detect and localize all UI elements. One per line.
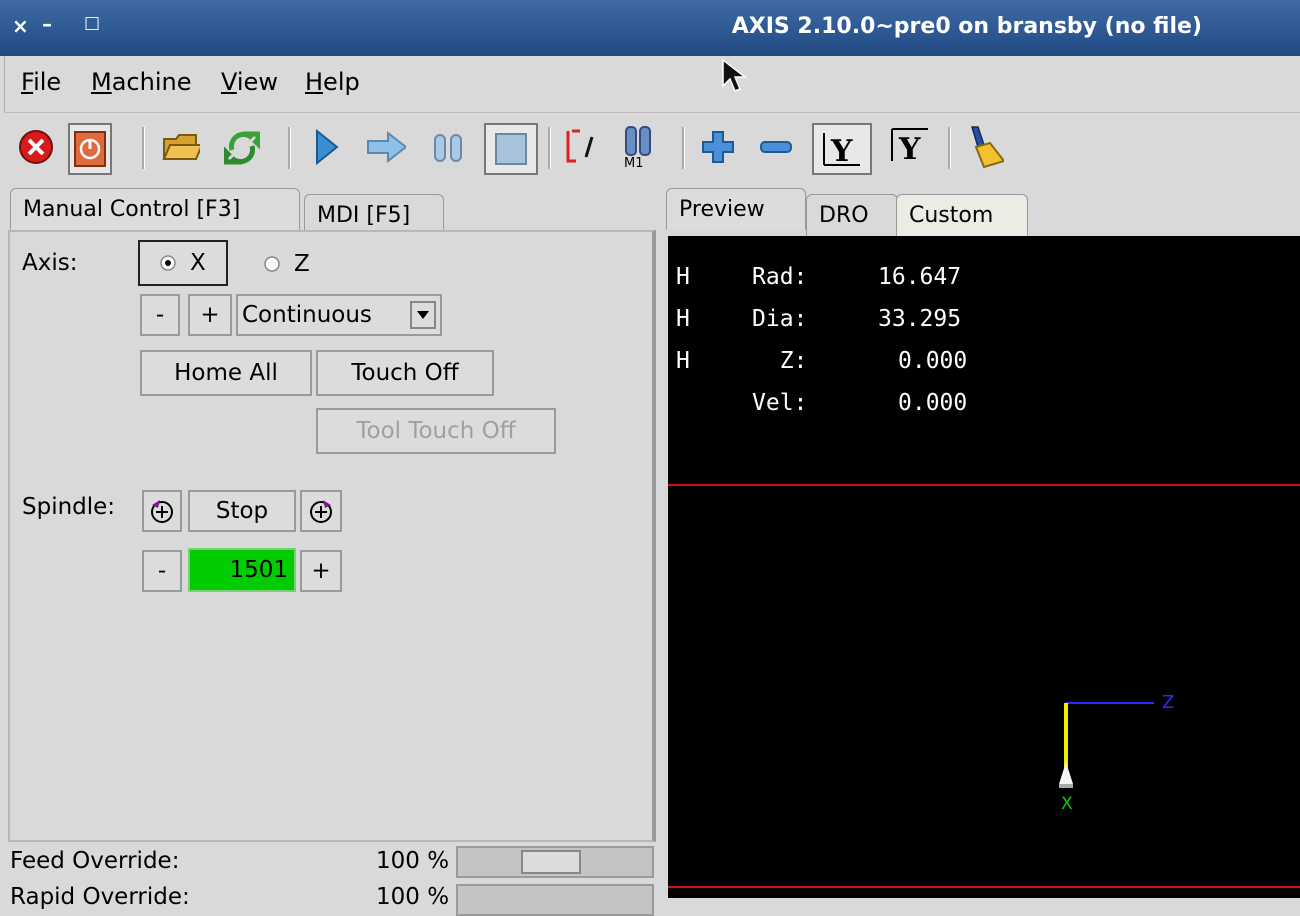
zoom-in-icon[interactable] — [698, 123, 738, 171]
step-icon[interactable] — [366, 123, 406, 171]
stop-icon[interactable] — [484, 123, 538, 175]
menu-machine[interactable]: Machine — [91, 68, 191, 96]
run-icon[interactable] — [306, 123, 346, 171]
toolbar-separator — [682, 127, 685, 169]
menu-bar: File Machine View Help — [4, 56, 1300, 112]
spindle-ccw-icon — [151, 500, 173, 523]
dro-flag-rad: H — [676, 264, 690, 290]
svg-text:M1: M1 — [624, 156, 644, 169]
close-window-icon[interactable]: × — [12, 14, 29, 38]
dro-value-vel: 0.000 — [898, 390, 968, 416]
menu-file[interactable]: File — [21, 68, 61, 96]
pause-icon[interactable] — [428, 123, 468, 171]
feed-override-thumb[interactable] — [521, 850, 581, 874]
manual-control-panel: Axis: X Z - + Continuous Home All Touch … — [8, 230, 656, 842]
dro-value-rad: 16.647 — [878, 264, 962, 290]
menu-machine-label: achine — [111, 68, 192, 96]
axis-x-label: X — [190, 250, 206, 276]
svg-text:Y: Y — [830, 134, 853, 169]
feed-override-label: Feed Override: — [10, 848, 180, 874]
dro-flag-z: H — [676, 348, 690, 374]
feed-override-slider[interactable] — [456, 846, 654, 878]
toolbar-separator — [948, 127, 951, 169]
dro-value-dia: 33.295 — [878, 306, 962, 332]
menu-file-mnemonic: F — [21, 68, 34, 96]
menu-machine-mnemonic: M — [91, 68, 112, 96]
tab-custom[interactable]: Custom — [896, 194, 1028, 236]
preview-canvas[interactable]: H Rad: 16.647 H Dia: 33.295 H Z: 0.000 V… — [668, 236, 1300, 898]
view-y2-icon[interactable]: Y — [882, 123, 938, 171]
menu-help[interactable]: Help — [305, 68, 360, 96]
spindle-cw-icon — [310, 500, 332, 523]
mouse-cursor-icon — [722, 58, 748, 92]
rapid-override-label: Rapid Override: — [10, 884, 190, 910]
spindle-forward-button[interactable] — [300, 490, 342, 532]
reload-icon[interactable] — [222, 123, 262, 171]
jog-plus-button[interactable]: + — [188, 294, 232, 336]
dro-name-dia: Dia: — [752, 306, 808, 332]
zoom-out-icon[interactable] — [756, 123, 796, 171]
clear-plot-icon[interactable] — [964, 123, 1004, 171]
estop-icon[interactable] — [16, 123, 56, 171]
dro-flag-dia: H — [676, 306, 690, 332]
title-bar: × – □ AXIS 2.10.0~pre0 on bransby (no fi… — [0, 0, 1300, 56]
jog-minus-button[interactable]: - — [140, 294, 180, 336]
z-axis-label: Z — [1162, 692, 1175, 713]
spindle-stop-button[interactable]: Stop — [188, 490, 296, 532]
minimize-window-icon[interactable]: – — [42, 12, 52, 36]
radio-unselected-icon — [264, 256, 280, 272]
dro-value-z: 0.000 — [898, 348, 968, 374]
tool-touch-off-button[interactable]: Tool Touch Off — [316, 408, 556, 454]
x-axis-label: X — [1061, 794, 1073, 814]
feed-override-value: 100 % — [376, 848, 450, 874]
open-file-icon[interactable] — [160, 123, 200, 171]
window-title: AXIS 2.10.0~pre0 on bransby (no file) — [731, 14, 1202, 39]
menu-help-mnemonic: H — [305, 68, 324, 96]
machine-power-icon[interactable] — [68, 123, 112, 175]
soft-limit-bottom-line — [668, 886, 1300, 888]
spindle-reverse-button[interactable] — [142, 490, 182, 532]
axis-z-radio[interactable]: Z — [262, 248, 310, 280]
toolbar-separator — [548, 127, 551, 169]
touch-off-button[interactable]: Touch Off — [316, 350, 494, 396]
rapid-override-slider[interactable] — [456, 884, 654, 916]
home-all-button[interactable]: Home All — [140, 350, 312, 396]
tab-manual-control[interactable]: Manual Control [F3] — [10, 188, 300, 230]
spindle-slower-button[interactable]: - — [142, 550, 182, 592]
x-axis-line — [1064, 703, 1068, 771]
view-y-icon[interactable]: Y — [812, 123, 872, 175]
svg-text:Y: Y — [898, 132, 921, 167]
tool-cone-icon — [1059, 762, 1073, 788]
jog-mode-select[interactable]: Continuous — [236, 294, 442, 336]
z-axis-line — [1066, 702, 1154, 704]
spindle-speed-display: 1501 — [188, 548, 296, 592]
rapid-override-value: 100 % — [376, 884, 450, 910]
dro-name-rad: Rad: — [752, 264, 808, 290]
menu-view-mnemonic: V — [221, 68, 237, 96]
spindle-faster-button[interactable]: + — [300, 550, 342, 592]
menu-view[interactable]: View — [221, 68, 278, 96]
axis-z-label: Z — [294, 251, 310, 277]
spindle-label: Spindle: — [22, 494, 116, 520]
menu-help-label: elp — [323, 68, 360, 96]
radio-selected-icon — [160, 255, 176, 271]
jog-mode-value: Continuous — [242, 302, 372, 328]
toolbar-separator — [142, 127, 145, 169]
toolbar: M1 Y Y — [4, 112, 1300, 184]
menu-file-label: ile — [33, 68, 62, 96]
block-delete-icon[interactable] — [562, 123, 602, 171]
optional-stop-icon[interactable]: M1 — [618, 123, 658, 171]
axis-x-radio[interactable]: X — [138, 240, 228, 286]
menu-view-label: iew — [236, 68, 278, 96]
axis-label: Axis: — [22, 250, 78, 276]
chevron-down-icon — [410, 301, 436, 329]
dro-name-vel: Vel: — [752, 390, 808, 416]
toolbar-separator — [288, 127, 291, 169]
tab-dro[interactable]: DRO — [806, 194, 898, 236]
dro-name-z: Z: — [752, 348, 808, 374]
tab-preview[interactable]: Preview — [666, 188, 806, 230]
soft-limit-top-line — [668, 484, 1300, 486]
maximize-window-icon[interactable]: □ — [84, 13, 100, 33]
